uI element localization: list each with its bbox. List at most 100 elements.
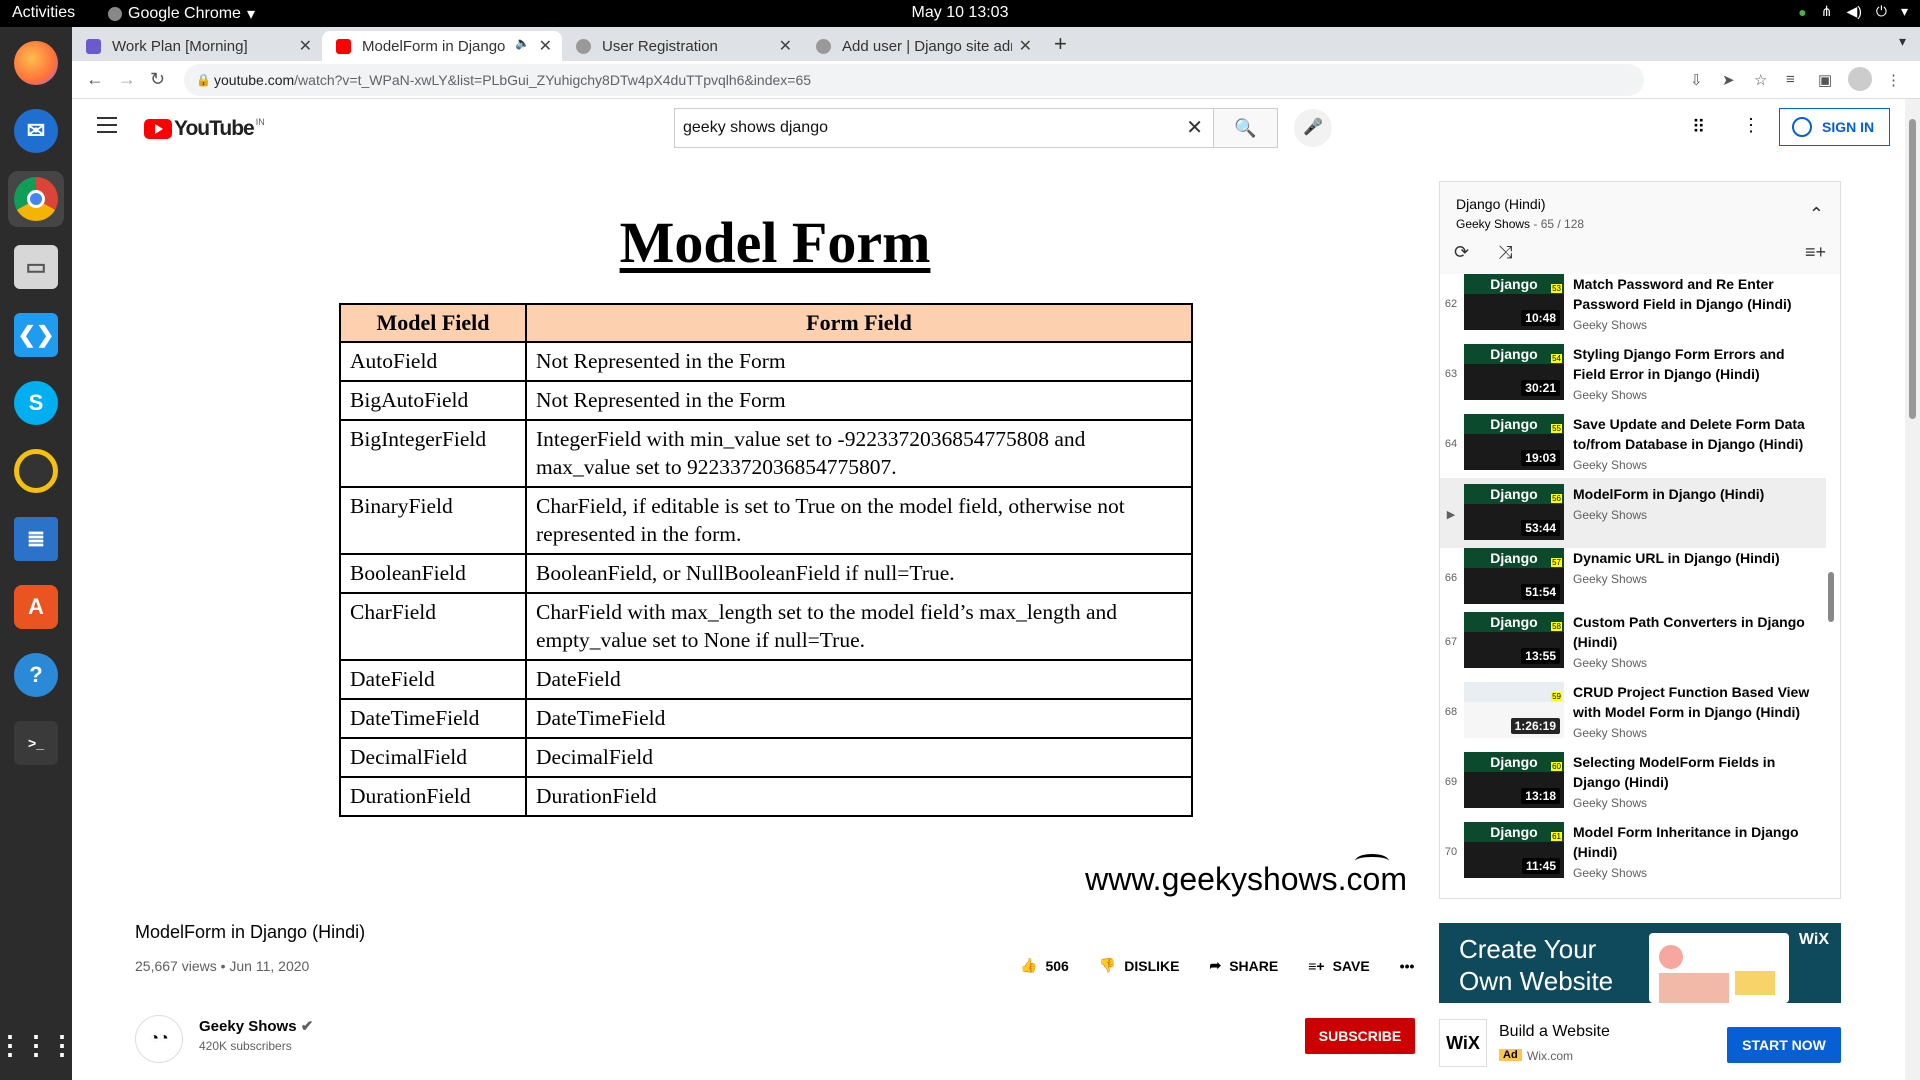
playlist-item[interactable]: ▶ Django 56 53:44 ModelForm in Django (Hindi… [1440, 478, 1826, 548]
thumbnail-label: Django [1490, 754, 1538, 770]
channel-avatar[interactable]: ◔◔ [135, 1015, 183, 1063]
model-field-cell: CharField [339, 592, 527, 661]
dock-firefox[interactable] [8, 35, 64, 91]
clock[interactable]: May 10 13:03 [0, 4, 1920, 22]
bookmark-star-icon[interactable]: ☆ [1754, 71, 1767, 89]
dock-help[interactable]: ? [8, 647, 64, 703]
rhythmbox-icon [14, 449, 58, 493]
reading-list-icon[interactable]: ≡ [1786, 71, 1795, 88]
ad-banner[interactable]: Create Your Own Website WiX [1439, 923, 1841, 1003]
share-button[interactable]: ➦ SHARE [1209, 957, 1278, 974]
playlist-scrollbar[interactable] [1828, 572, 1834, 622]
playlist-item[interactable]: 70 Django 61 11:45 Model Form Inheritance in… [1440, 816, 1826, 886]
install-icon[interactable]: ⇩ [1690, 71, 1703, 89]
close-icon[interactable]: ✕ [299, 36, 312, 56]
chrome-menu-icon[interactable]: ⋮ [1886, 71, 1901, 89]
playlist-title[interactable]: Django (Hindi) [1456, 196, 1545, 212]
tab-user-registration[interactable]: User Registration ✕ [562, 31, 802, 61]
playlist-item[interactable]: 62 Django 53 10:48 Match Password and Re Ent… [1440, 268, 1826, 338]
search-input[interactable]: geeky shows django ✕ [674, 108, 1214, 148]
video-duration: 10:48 [1521, 310, 1560, 326]
tab-add-user[interactable]: Add user | Django site adm ✕ [802, 31, 1042, 61]
playlist-item-index: 62 [1444, 298, 1458, 310]
dock-chrome[interactable] [8, 171, 64, 227]
forward-icon[interactable]: → [118, 69, 136, 90]
search-button[interactable]: 🔍 [1214, 108, 1278, 148]
dock-thunderbird[interactable]: ✉ [8, 103, 64, 159]
more-actions-button[interactable]: ••• [1400, 958, 1415, 974]
address-bar[interactable]: 🔒 youtube.com/watch?v=t_WPaN-xwLY&list=PL… [184, 64, 1644, 96]
send-icon[interactable]: ➤ [1722, 71, 1735, 89]
hamburger-menu-icon[interactable] [97, 117, 117, 133]
reload-icon[interactable]: ↻ [150, 69, 165, 90]
shuffle-icon[interactable]: ⤨ [1498, 242, 1512, 263]
episode-badge: 57 [1551, 558, 1562, 567]
back-icon[interactable]: ← [86, 69, 104, 90]
sign-in-button[interactable]: SIGN IN [1779, 108, 1890, 146]
loop-icon[interactable]: ⟳ [1454, 242, 1469, 263]
tab-modelform[interactable]: ModelForm in Django 🔈 ✕ [322, 31, 562, 61]
audio-icon[interactable]: 🔈 [515, 36, 530, 50]
form-field-cell: CharField with max_length set to the mod… [525, 592, 1193, 661]
close-icon[interactable]: ✕ [779, 36, 792, 56]
video-duration: 51:54 [1521, 584, 1560, 600]
save-button[interactable]: ≡+ SAVE [1308, 958, 1369, 974]
dock-files[interactable]: ▭ [8, 239, 64, 295]
playlist-owner[interactable]: Geeky Shows [1456, 217, 1530, 231]
video-duration: 53:44 [1521, 520, 1560, 536]
playlist-add-icon[interactable]: ≡+ [1805, 242, 1826, 263]
share-icon: ➦ [1209, 957, 1222, 973]
system-tray[interactable]: ● ⋔ ◀) ⏻ ▾ [1798, 3, 1908, 20]
url-path: /watch?v=t_WPaN-xwLY&list=PLbGui_ZYuhigc… [294, 72, 812, 88]
tab-search-icon[interactable]: ▾ [1899, 33, 1906, 50]
video-thumbnail: Django 60 13:18 [1464, 752, 1564, 808]
page-scrollbar[interactable] [1905, 99, 1920, 1080]
playlist-item[interactable]: 66 Django 57 51:54 Dynamic URL in Django (Hi… [1440, 542, 1826, 612]
ad-logo[interactable]: WiX [1439, 1019, 1487, 1067]
table-row: DurationField DurationField [339, 776, 1193, 817]
ad-domain: Wix.com [1527, 1049, 1573, 1063]
playlist-item[interactable]: 63 Django 54 30:21 Styling Django Form Error… [1440, 338, 1826, 408]
dock-writer[interactable]: ≣ [8, 511, 64, 567]
playlist-item-index: 68 [1444, 706, 1458, 718]
ad-title[interactable]: Build a Website [1499, 1023, 1610, 1041]
channel-name[interactable]: Geeky Shows ✔ [199, 1017, 313, 1035]
clear-search-icon[interactable]: ✕ [1186, 109, 1203, 147]
close-icon[interactable]: ✕ [1019, 36, 1032, 56]
scrollbar-thumb[interactable] [1909, 119, 1916, 419]
apps-grid-icon[interactable]: ⠿ [1692, 117, 1705, 138]
start-now-button[interactable]: START NOW [1727, 1027, 1841, 1063]
playlist-item[interactable]: 64 Django 55 19:03 Save Update and Delete Fo… [1440, 408, 1826, 478]
playlist-item[interactable]: 67 Django 58 13:55 Custom Path Converters in… [1440, 606, 1826, 676]
voice-search-button[interactable]: 🎤 [1294, 109, 1332, 147]
playlist-item-index: 67 [1444, 636, 1458, 648]
dock-terminal[interactable]: >_ [8, 715, 64, 771]
tab-work-plan[interactable]: Work Plan [Morning] ✕ [72, 31, 322, 61]
ad-info-row: WiX Build a Website Ad Wix.com START NOW [1439, 1019, 1841, 1071]
add-to-playlist-icon: ≡+ [1308, 957, 1325, 974]
close-icon[interactable]: ✕ [539, 36, 552, 56]
video-player[interactable]: Model Form Model Field Form Field AutoFi… [135, 181, 1415, 901]
show-apps-button[interactable]: ⋮⋮⋮ [0, 1017, 75, 1073]
playlist-item[interactable]: 69 Django 60 13:18 Selecting ModelForm Field… [1440, 746, 1826, 816]
dislike-button[interactable]: 👎 DISLIKE [1099, 957, 1180, 974]
playlist-item[interactable]: 68 59 1:26:19 CRUD Project Function Based V… [1440, 676, 1826, 746]
youtube-logo[interactable]: YouTube IN [144, 117, 265, 141]
side-panel-icon[interactable]: ▣ [1818, 71, 1832, 89]
new-tab-icon[interactable]: + [1054, 31, 1067, 57]
more-horizontal-icon: ••• [1399, 957, 1415, 974]
playlist-item-title: Model Form Inheritance in Django (Hindi) [1573, 824, 1799, 860]
dock-vscode[interactable]: ❮❯ [8, 307, 64, 363]
subscribe-button[interactable]: SUBSCRIBE [1305, 1018, 1415, 1054]
dock-rhythmbox[interactable] [8, 443, 64, 499]
dock-skype[interactable]: S [8, 375, 64, 431]
like-button[interactable]: 👍 506 [1020, 957, 1069, 974]
search-icon: 🔍 [1234, 118, 1257, 138]
table-row: DateField DateField [339, 659, 1193, 700]
power-icon: ⏻ [1875, 3, 1887, 19]
collapse-chevron-icon[interactable]: ⌃ [1809, 204, 1824, 225]
settings-more-icon[interactable]: ⋮ [1742, 115, 1760, 136]
model-field-cell: DecimalField [339, 737, 527, 778]
profile-avatar[interactable] [1848, 67, 1872, 91]
dock-software[interactable]: A [8, 579, 64, 635]
